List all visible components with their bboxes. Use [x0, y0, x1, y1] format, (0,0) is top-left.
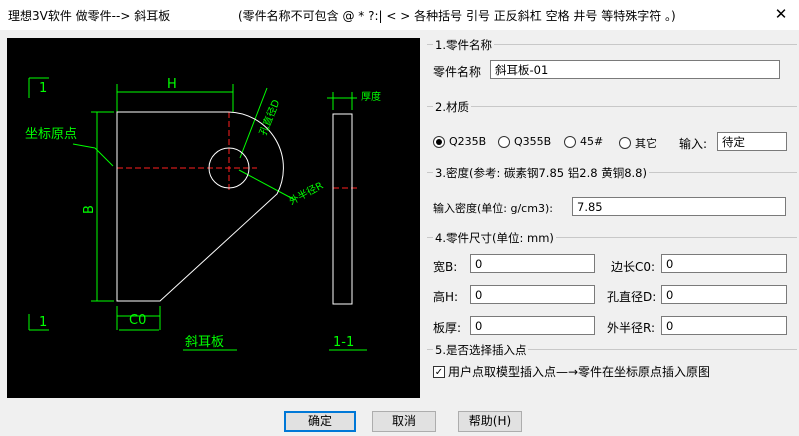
- outer-radius-input[interactable]: [661, 316, 787, 335]
- outer-radius-label: 外半径R:: [607, 321, 656, 335]
- drawing-title: 斜耳板: [185, 335, 224, 350]
- material-radio-45[interactable]: 45#: [564, 135, 603, 148]
- origin-label: 坐标原点: [25, 127, 77, 142]
- group-material: 2.材质 Q235B Q355B 45# 其它 输入:: [427, 99, 797, 162]
- thickness-label: 厚度: [361, 90, 381, 103]
- part-name-input[interactable]: [490, 60, 780, 79]
- group-density: 3.密度(参考: 碳素钢7.85 铝2.8 黄铜8.8) 输入密度(单位: g/…: [427, 165, 797, 223]
- radio-label: Q355B: [514, 135, 552, 148]
- dim-label-h: H: [167, 77, 177, 92]
- thickness-field-label: 板厚:: [433, 321, 462, 335]
- density-label: 输入密度(单位: g/cm3):: [433, 202, 553, 215]
- group-insert-point: 5.是否选择插入点 ✓ 用户点取模型插入点—→零件在坐标原点插入原图: [427, 342, 797, 396]
- edge-c0-input[interactable]: [661, 254, 787, 273]
- height-label: 高H:: [433, 290, 459, 304]
- dim-label-c0: C0: [129, 313, 146, 328]
- window-title: 理想3V软件 做零件--> 斜耳板: [8, 9, 171, 23]
- group-title: 5.是否选择插入点: [433, 342, 529, 358]
- thickness-input[interactable]: [470, 316, 595, 335]
- group-title: 1.零件名称: [433, 37, 494, 53]
- material-radio-q235b[interactable]: Q235B: [433, 135, 486, 148]
- ok-button[interactable]: 确定: [284, 411, 356, 432]
- close-icon[interactable]: ✕: [769, 3, 793, 25]
- check-icon: ✓: [433, 365, 445, 378]
- radio-indicator: [619, 137, 631, 149]
- group-title: 4.零件尺寸(单位: mm): [433, 230, 556, 246]
- radio-indicator: [498, 135, 510, 148]
- insert-point-checkbox[interactable]: ✓ 用户点取模型插入点—→零件在坐标原点插入原图: [433, 363, 710, 380]
- height-input[interactable]: [470, 285, 595, 304]
- checkbox-label: 用户点取模型插入点—→零件在坐标原点插入原图: [448, 365, 711, 379]
- help-button[interactable]: 帮助(H): [458, 411, 522, 432]
- radio-label: 45#: [580, 135, 604, 148]
- title-bar: 理想3V软件 做零件--> 斜耳板 (零件名称不可包含 @ * ?:| < > …: [0, 0, 799, 30]
- name-rule-note: (零件名称不可包含 @ * ?:| < > 各种括号 引号 正反斜杠 空格 井号…: [238, 9, 676, 23]
- radio-indicator: [564, 135, 576, 148]
- section-mark-top: 1: [39, 81, 47, 96]
- hole-diameter-input[interactable]: [661, 285, 787, 304]
- width-label: 宽B:: [433, 260, 458, 274]
- radio-label: 其它: [635, 137, 657, 150]
- hole-diameter-label: 孔直径D:: [607, 290, 657, 304]
- group-part-name: 1.零件名称 零件名称: [427, 37, 797, 95]
- radio-indicator: [433, 135, 445, 148]
- part-name-label: 零件名称: [433, 65, 482, 79]
- radio-label: Q235B: [449, 135, 487, 148]
- material-radio-q355b[interactable]: Q355B: [498, 135, 551, 148]
- radius-label: 外半径R: [287, 179, 326, 208]
- group-title: 3.密度(参考: 碳素钢7.85 铝2.8 黄铜8.8): [433, 165, 649, 181]
- drawing-preview: 1 1 H B C0 坐标原点 孔直径D 外半径R 厚度 斜耳板 1-1: [7, 38, 420, 398]
- material-radio-other[interactable]: 其它: [619, 135, 657, 151]
- material-input[interactable]: [717, 132, 787, 151]
- width-input[interactable]: [470, 254, 595, 273]
- material-input-label: 输入:: [679, 137, 708, 151]
- group-title: 2.材质: [433, 99, 471, 115]
- dim-label-b: B: [82, 205, 97, 214]
- group-dimensions: 4.零件尺寸(单位: mm) 宽B: 边长C0: 高H: 孔直径D: 板厚: 外…: [427, 230, 797, 338]
- cancel-button[interactable]: 取消: [372, 411, 436, 432]
- section-view-label: 1-1: [333, 335, 354, 350]
- hole-label: 孔直径D: [256, 97, 282, 137]
- edge-c0-label: 边长C0:: [611, 260, 656, 274]
- section-mark-bottom: 1: [39, 315, 47, 330]
- drawing-svg: 1 1 H B C0 坐标原点 孔直径D 外半径R 厚度 斜耳板 1-1: [25, 77, 381, 351]
- density-input[interactable]: [572, 197, 786, 216]
